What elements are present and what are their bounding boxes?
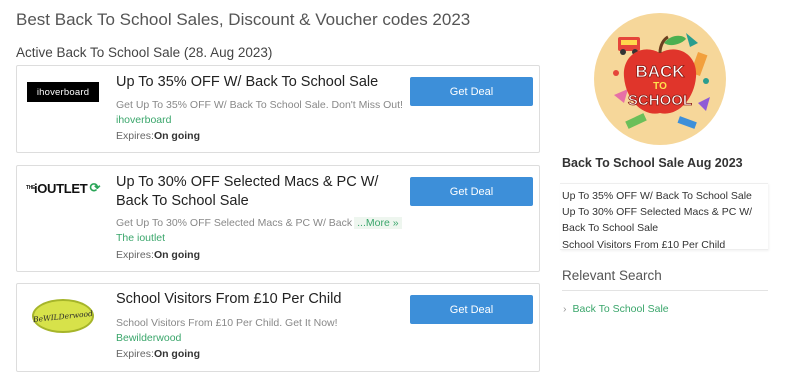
- ihoverboard-logo: ihoverboard: [27, 82, 99, 102]
- sidebar-deal-item[interactable]: School Visitors From £10 Per Child: [562, 237, 766, 253]
- promo-text-line: BACK: [635, 62, 685, 81]
- page-title: Best Back To School Sales, Discount & Vo…: [16, 10, 471, 29]
- deal-title[interactable]: Up To 30% OFF Selected Macs & PC W/ Back…: [116, 173, 391, 211]
- chevron-right-icon: ›: [563, 303, 567, 315]
- relevant-search-heading: Relevant Search: [562, 268, 662, 283]
- expires-value: On going: [153, 130, 201, 142]
- deal-description: Get Up To 35% OFF W/ Back To School Sale…: [116, 99, 403, 111]
- get-deal-button[interactable]: Get Deal: [410, 177, 533, 206]
- deal-card: BeWILDerwood School Visitors From £10 Pe…: [16, 283, 540, 372]
- store-logo-bewilderwood[interactable]: BeWILDerwood: [23, 297, 103, 335]
- deal-store-link[interactable]: ihoverboard: [116, 114, 171, 126]
- get-deal-button[interactable]: Get Deal: [410, 77, 533, 106]
- sidebar-heading: Back To School Sale Aug 2023: [562, 156, 743, 170]
- bewilderwood-logo: BeWILDerwood: [32, 299, 94, 333]
- deal-expires: Expires:On going: [116, 249, 200, 261]
- relevant-search-link[interactable]: › Back To School Sale: [563, 303, 669, 315]
- deal-store-link[interactable]: The ioutlet: [116, 232, 165, 244]
- sidebar-deal-item[interactable]: Up To 30% OFF Selected Macs & PC W/: [562, 204, 766, 220]
- deal-card: THE iOUTLET ⟳ Up To 30% OFF Selected Mac…: [16, 165, 540, 272]
- deal-expires: Expires:On going: [116, 348, 200, 360]
- deal-card: ihoverboard Up To 35% OFF W/ Back To Sch…: [16, 65, 540, 153]
- active-sales-heading: Active Back To School Sale (28. Aug 2023…: [16, 45, 273, 60]
- expires-label: Expires:: [116, 130, 154, 142]
- sidebar-deal-item[interactable]: Back To School Sale: [562, 220, 766, 236]
- expires-label: Expires:: [116, 249, 154, 261]
- get-deal-button[interactable]: Get Deal: [410, 295, 533, 324]
- expires-label: Expires:: [116, 348, 154, 360]
- sidebar-deal-item[interactable]: Up To 35% OFF W/ Back To School Sale: [562, 188, 766, 204]
- expires-value: On going: [153, 348, 201, 360]
- ioutlet-mark-icon: ⟳: [89, 180, 101, 195]
- expires-value: On going: [153, 249, 201, 261]
- ioutlet-logo: THE iOUTLET ⟳: [25, 180, 101, 196]
- store-logo-ihoverboard[interactable]: ihoverboard: [23, 80, 103, 104]
- promo-text-line: TO: [653, 81, 667, 92]
- back-to-school-promo-image: BACK TO SCHOOL: [594, 13, 726, 145]
- sidebar-deal-list: Up To 35% OFF W/ Back To School Sale Up …: [560, 183, 768, 253]
- deal-description: Get Up To 30% OFF Selected Macs & PC W/ …: [116, 217, 402, 229]
- store-logo-ioutlet[interactable]: THE iOUTLET ⟳: [23, 176, 103, 200]
- deal-title[interactable]: School Visitors From £10 Per Child: [116, 290, 406, 309]
- deal-description: School Visitors From £10 Per Child. Get …: [116, 317, 338, 329]
- deal-expires: Expires:On going: [116, 130, 200, 142]
- more-link[interactable]: ...More »: [354, 217, 402, 229]
- promo-text-line: SCHOOL: [628, 92, 692, 109]
- divider: [562, 290, 768, 291]
- relevant-search-label: Back To School Sale: [572, 303, 669, 315]
- deal-title[interactable]: Up To 35% OFF W/ Back To School Sale: [116, 73, 406, 92]
- deal-store-link[interactable]: Bewilderwood: [116, 332, 181, 344]
